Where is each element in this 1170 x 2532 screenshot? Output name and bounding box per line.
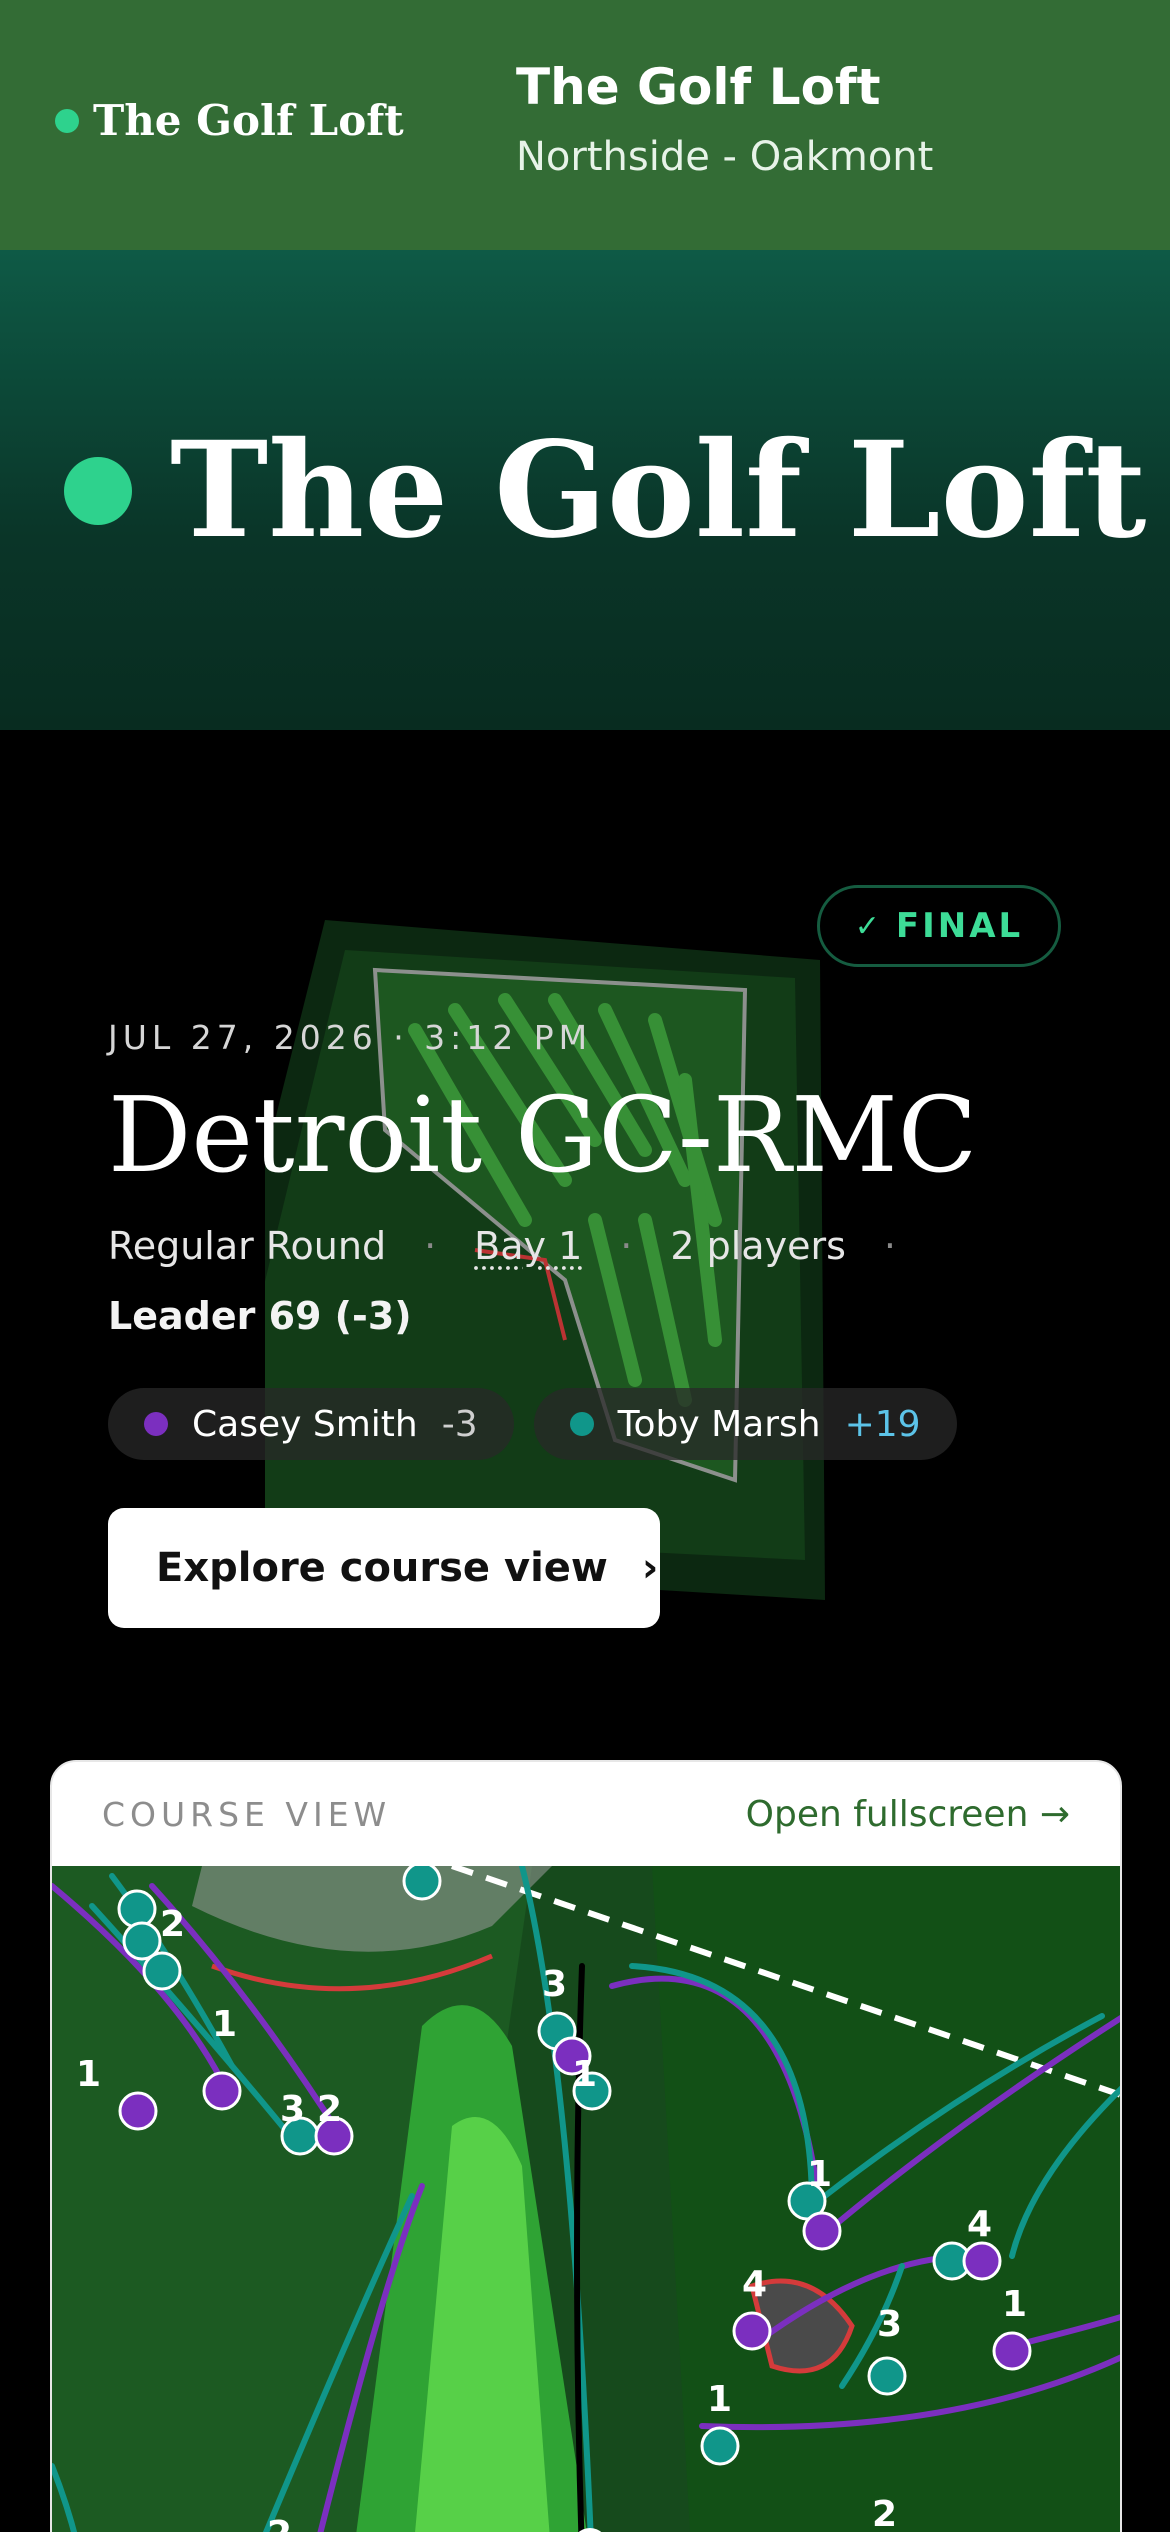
player-color-dot bbox=[569, 1412, 594, 1436]
final-status-badge: ✓ FINAL bbox=[817, 885, 1061, 967]
map-hole-label: 1 bbox=[707, 2379, 732, 2420]
map-hole-label: 1 bbox=[807, 2154, 832, 2195]
player-name: Toby Marsh bbox=[617, 1403, 821, 1445]
venue-info: The Golf Loft Northside - Oakmont bbox=[516, 58, 933, 180]
map-hole-label: 1 bbox=[572, 2054, 597, 2095]
venue-name: The Golf Loft bbox=[516, 58, 881, 116]
map-hole-label: 4 bbox=[742, 2264, 767, 2305]
map-hole-label: 2 bbox=[160, 1904, 185, 1945]
separator-dot: · bbox=[620, 1224, 633, 1268]
course-map[interactable]: 1 2 1 3 2 3 1 1 4 4 1 3 1 2 2 bbox=[52, 1866, 1122, 2532]
brand-name: The Golf Loft bbox=[93, 96, 404, 145]
map-hole-label: 3 bbox=[280, 2089, 305, 2130]
separator-dot: · bbox=[883, 1224, 896, 1268]
explore-course-button[interactable]: Explore course view › bbox=[108, 1508, 660, 1628]
course-title: Detroit GC-RMC bbox=[108, 1074, 978, 1196]
course-view-card: COURSE VIEW Open fullscreen → 1 2 1 3 2 … bbox=[50, 1760, 1122, 2532]
round-meta: Regular Round · Bay 1 · 2 players · bbox=[108, 1224, 934, 1268]
course-view-header: COURSE VIEW Open fullscreen → bbox=[52, 1762, 1120, 1866]
open-fullscreen-link[interactable]: Open fullscreen → bbox=[746, 1794, 1070, 1835]
round-datetime: JUL 27, 2026 · 3:12 PM bbox=[108, 1018, 593, 1057]
map-hole-label: 1 bbox=[1002, 2284, 1027, 2325]
separator-dot: · bbox=[424, 1224, 437, 1268]
round-type: Regular Round bbox=[108, 1224, 387, 1268]
player-chip-casey-smith[interactable]: Casey Smith -3 bbox=[108, 1388, 514, 1460]
map-hole-label: 3 bbox=[877, 2304, 902, 2345]
bay-link[interactable]: Bay 1 bbox=[474, 1224, 582, 1268]
player-name: Casey Smith bbox=[192, 1403, 418, 1445]
top-bar: The Golf Loft The Golf Loft Northside - … bbox=[0, 0, 1170, 250]
hero-brand: The Golf Loft bbox=[64, 425, 1146, 557]
player-count: 2 players bbox=[670, 1224, 846, 1268]
hero-title: The Golf Loft bbox=[170, 413, 1147, 568]
brand-logo[interactable]: The Golf Loft bbox=[55, 96, 404, 145]
map-hole-label: 4 bbox=[967, 2204, 992, 2245]
brand-dot-icon bbox=[55, 108, 79, 133]
hero-banner: The Golf Loft bbox=[0, 250, 1170, 730]
player-score: +19 bbox=[844, 1403, 921, 1445]
brand-dot-icon bbox=[64, 457, 132, 525]
player-color-dot bbox=[144, 1412, 168, 1436]
map-hole-label: 2 bbox=[267, 2514, 292, 2532]
map-hole-label: 1 bbox=[76, 2054, 101, 2095]
course-view-label: COURSE VIEW bbox=[102, 1794, 392, 1834]
map-hole-label: 2 bbox=[317, 2089, 342, 2130]
venue-location: Northside - Oakmont bbox=[516, 134, 934, 180]
chevron-right-icon: › bbox=[641, 1545, 659, 1591]
round-summary: ✓ FINAL JUL 27, 2026 · 3:12 PM Detroit G… bbox=[0, 730, 1170, 1760]
map-hole-label: 1 bbox=[212, 2004, 237, 2045]
status-label: FINAL bbox=[895, 906, 1024, 946]
check-icon: ✓ bbox=[854, 908, 880, 944]
map-hole-label: 3 bbox=[542, 1964, 567, 2005]
explore-label: Explore course view bbox=[156, 1545, 608, 1591]
leader-score: Leader 69 (-3) bbox=[108, 1294, 412, 1338]
player-list: Casey Smith -3 Toby Marsh +19 bbox=[108, 1388, 977, 1460]
map-hole-label: 2 bbox=[872, 2494, 897, 2532]
player-chip-toby-marsh[interactable]: Toby Marsh +19 bbox=[533, 1388, 957, 1460]
player-score: -3 bbox=[441, 1403, 478, 1445]
